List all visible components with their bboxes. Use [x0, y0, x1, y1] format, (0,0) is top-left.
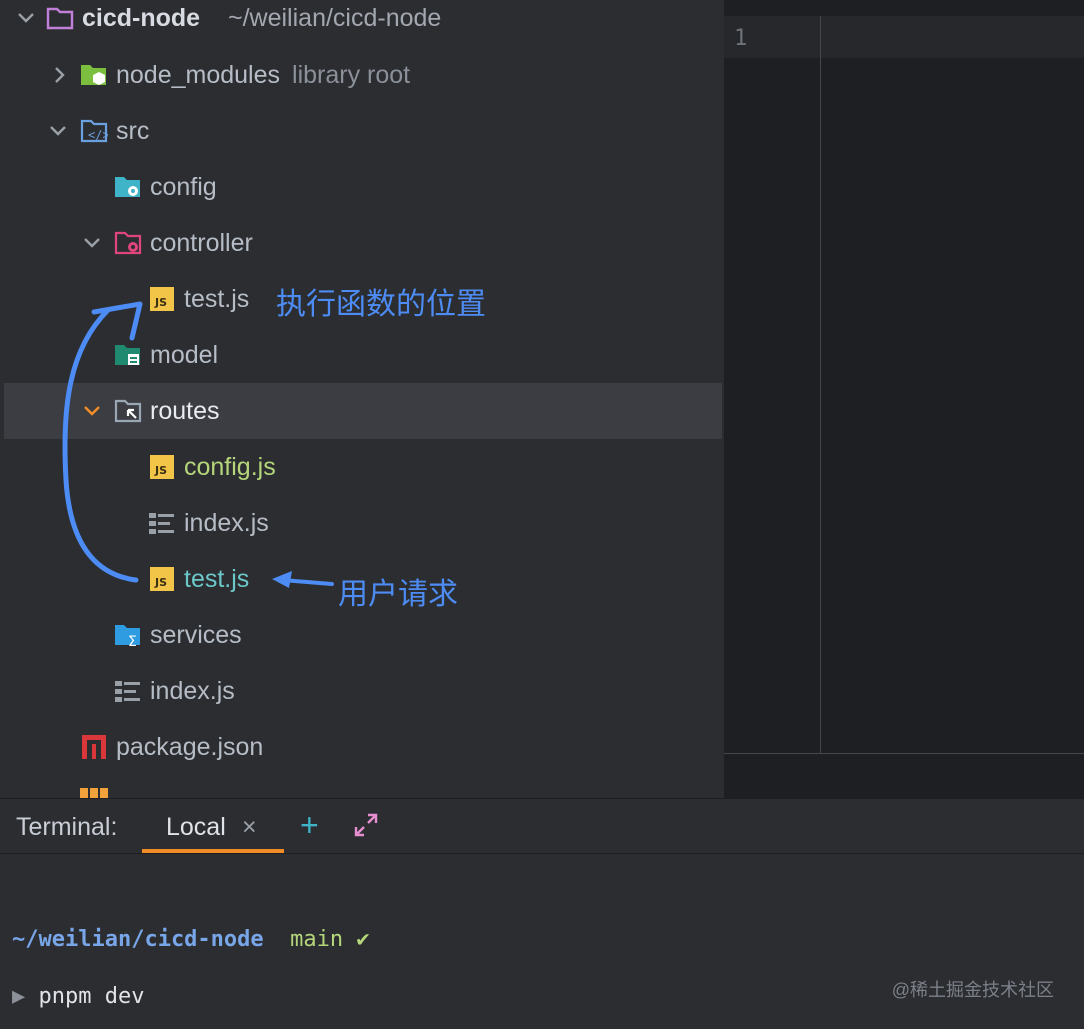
- check-icon: ✔: [356, 927, 370, 952]
- expand-icon[interactable]: [352, 811, 380, 839]
- prompt-arrow-icon: ▶: [12, 984, 26, 1009]
- terminal-prompt-line: ~/weilian/cicd-node main ✔: [12, 927, 370, 952]
- annotation-execute-location: 执行函数的位置: [276, 287, 486, 322]
- editor-pane[interactable]: 1: [724, 0, 1084, 798]
- line-number: 1: [734, 26, 748, 51]
- annotation-arrows: [62, 301, 334, 588]
- watermark: @稀土掘金技术社区: [891, 980, 1054, 1000]
- current-line-highlight: [724, 16, 1084, 58]
- terminal-tab-bar: Terminal: Local × +: [0, 799, 1084, 854]
- close-icon[interactable]: ×: [242, 813, 257, 842]
- editor-bottom-border: [724, 753, 1084, 754]
- terminal-command: pnpm dev: [38, 984, 145, 1009]
- tab-local-label: Local: [166, 813, 226, 841]
- annotation-user-request: 用户请求: [338, 577, 458, 612]
- git-branch: main: [290, 927, 344, 952]
- add-terminal-button[interactable]: +: [300, 807, 319, 844]
- project-panel: cicd-node ~/weilian/cicd-node node_modul…: [0, 0, 722, 798]
- terminal-cwd: ~/weilian/cicd-node: [12, 927, 264, 952]
- terminal-command-line[interactable]: ▶ pnpm dev: [12, 984, 144, 1009]
- active-tab-indicator: [142, 849, 284, 853]
- tab-local[interactable]: Local ×: [142, 799, 284, 853]
- terminal-title: Terminal:: [16, 813, 118, 841]
- gutter-divider: [820, 16, 821, 754]
